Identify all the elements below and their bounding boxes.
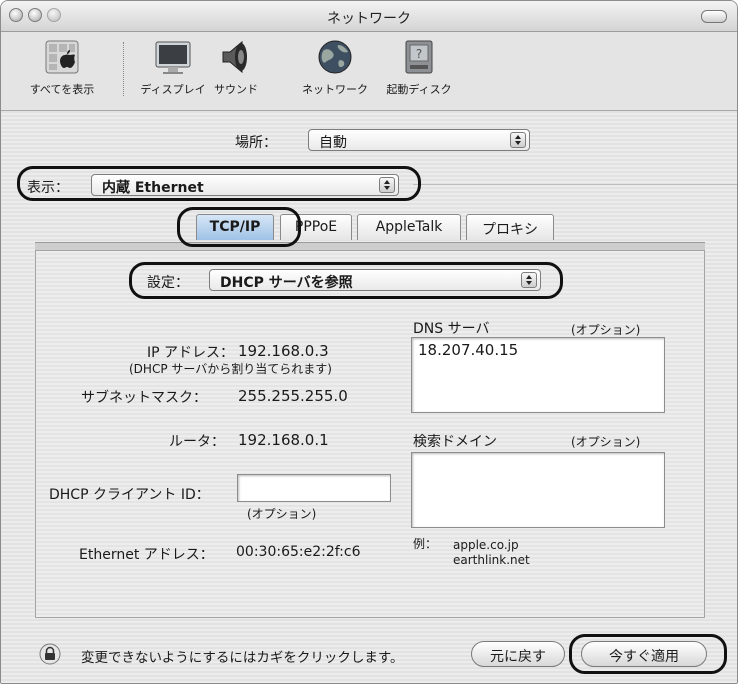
revert-button[interactable]: 元に戻す xyxy=(471,641,565,667)
dhcp-client-id-field[interactable] xyxy=(237,474,391,502)
highlight-tcpip xyxy=(177,207,301,247)
toolbar-label: すべてを表示 xyxy=(29,83,95,96)
show-all-icon xyxy=(43,38,81,76)
tab-appletalk[interactable]: AppleTalk xyxy=(357,214,461,240)
ip-note: (DHCP サーバから割り当てられます) xyxy=(129,362,332,376)
search-domains-label: 検索ドメイン xyxy=(413,434,497,450)
tab-label: PPPoE xyxy=(294,219,338,235)
search-domains-optional: (オプション) xyxy=(571,435,641,449)
toolbar: すべてを表示 ディスプレイ サウンド ネットワーク ? 起動ディスク xyxy=(1,32,737,110)
speaker-icon xyxy=(217,38,255,76)
network-preferences-window: ネットワーク すべてを表示 ディスプレイ サウンド ネットワーク ? 起動ディス… xyxy=(0,0,738,684)
tab-label: プロキシ xyxy=(482,222,538,238)
subnet-label: サブネットマスク： xyxy=(81,390,207,406)
window-title: ネットワーク xyxy=(327,11,411,27)
toolbar-sound[interactable]: サウンド xyxy=(201,38,271,97)
toolbar-show-all[interactable]: すべてを表示 xyxy=(7,38,117,97)
globe-icon xyxy=(316,38,354,76)
toolbar-separator xyxy=(123,42,125,96)
svg-text:?: ? xyxy=(416,47,422,61)
toolbar-label: サウンド xyxy=(214,83,258,96)
display-icon xyxy=(154,38,192,76)
example-label: 例： xyxy=(413,537,438,551)
subnet-value: 255.255.255.0 xyxy=(238,387,348,405)
ethernet-value: 00:30:65:e2:2f:c6 xyxy=(236,544,361,560)
tab-proxies[interactable]: プロキシ xyxy=(466,214,554,240)
location-popup[interactable]: 自動 xyxy=(308,129,530,151)
show-row-line xyxy=(413,184,737,185)
startup-disk-icon: ? xyxy=(400,38,438,76)
toolbar-divider xyxy=(1,110,737,111)
dhcp-client-label: DHCP クライアント ID： xyxy=(49,487,210,503)
toolbar-label: ネットワーク xyxy=(302,83,368,96)
search-domains-field[interactable] xyxy=(411,452,665,528)
highlight-show xyxy=(17,166,421,201)
highlight-apply xyxy=(569,634,727,674)
ip-label: IP アドレス： xyxy=(147,345,235,361)
revert-label: 元に戻す xyxy=(490,649,546,665)
example-domain-2: earthlink.net xyxy=(453,553,530,567)
example-domain-1: apple.co.jp xyxy=(453,538,519,552)
router-label: ルータ： xyxy=(169,434,225,450)
lock-icon[interactable] xyxy=(39,643,61,665)
ip-value: 192.168.0.3 xyxy=(238,342,329,360)
toolbar-network[interactable]: ネットワーク xyxy=(293,38,377,97)
location-value: 自動 xyxy=(319,135,347,151)
tab-label: AppleTalk xyxy=(375,219,443,235)
router-value: 192.168.0.1 xyxy=(238,431,329,449)
toolbar-label: 起動ディスク xyxy=(386,83,452,96)
ethernet-label: Ethernet アドレス： xyxy=(79,547,214,563)
lock-text: 変更できないようにするにはカギをクリックします。 xyxy=(81,650,404,666)
dns-label: DNS サーバ xyxy=(413,321,490,337)
highlight-configure xyxy=(129,262,563,299)
toolbar-startup-disk[interactable]: ? 起動ディスク xyxy=(377,38,461,97)
toolbar-toggle-button[interactable] xyxy=(701,10,727,23)
dhcp-client-hint: (オプション) xyxy=(247,507,317,521)
title-bar: ネットワーク xyxy=(1,1,737,32)
popup-arrows-icon xyxy=(510,132,526,148)
dns-servers-field[interactable]: 18.207.40.15 xyxy=(411,337,665,413)
dns-optional: (オプション) xyxy=(571,323,641,337)
location-label: 場所： xyxy=(235,135,277,151)
